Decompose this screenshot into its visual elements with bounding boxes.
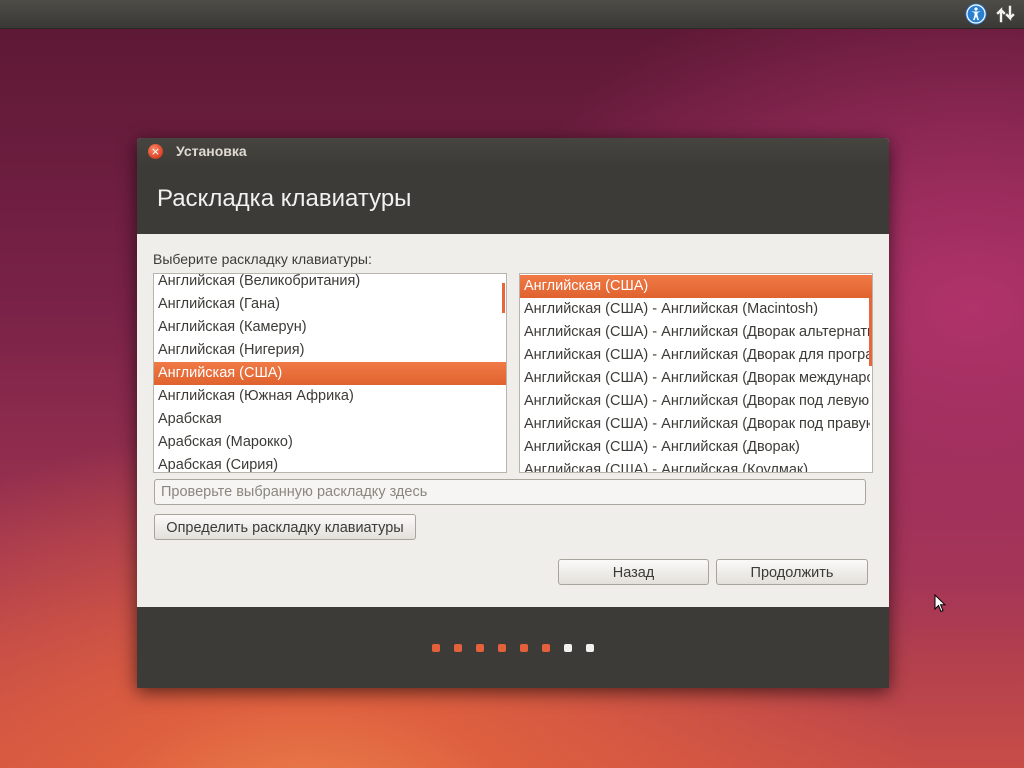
variant-item[interactable]: Английская (США) - Английская (Коулмак) — [520, 459, 870, 472]
mouse-cursor-icon — [934, 594, 946, 613]
continue-button[interactable]: Продолжить — [716, 559, 868, 585]
progress-dot-complete — [454, 644, 462, 652]
close-icon[interactable]: × — [148, 144, 163, 159]
layout-item[interactable]: Арабская — [154, 408, 506, 431]
keyboard-layout-list[interactable]: Английская (Великобритания) Английская (… — [153, 273, 507, 473]
layout-item[interactable]: Английская (Великобритания) — [154, 274, 506, 293]
progress-dot-complete — [432, 644, 440, 652]
progress-dot-complete — [498, 644, 506, 652]
variant-item[interactable]: Английская (США) - Английская (Дворак дл… — [520, 344, 870, 367]
progress-dot-pending — [564, 644, 572, 652]
back-button[interactable]: Назад — [558, 559, 709, 585]
accessibility-icon[interactable] — [965, 3, 987, 25]
layout-item[interactable]: Арабская (Марокко) — [154, 431, 506, 454]
installer-window: × Установка Раскладка клавиатуры Выберит… — [137, 138, 889, 688]
window-title: Установка — [176, 143, 247, 159]
layout-list-scrollbar[interactable] — [502, 283, 505, 313]
variant-item[interactable]: Английская (США) - Английская (Дворак по… — [520, 413, 870, 436]
top-panel — [0, 0, 1024, 29]
layout-item[interactable]: Английская (Южная Африка) — [154, 385, 506, 408]
layout-test-input[interactable] — [154, 479, 866, 505]
progress-dot-complete — [542, 644, 550, 652]
window-titlebar: × Установка Раскладка клавиатуры — [137, 138, 889, 234]
layout-prompt-label: Выберите раскладку клавиатуры: — [153, 251, 372, 267]
network-icon[interactable] — [995, 3, 1017, 25]
variant-item[interactable]: Английская (США) - Английская (Дворак по… — [520, 390, 870, 413]
progress-dot-complete — [476, 644, 484, 652]
variant-item[interactable]: Английская (США) - Английская (Дворак ал… — [520, 321, 870, 344]
variant-item[interactable]: Английская (США) - Английская (Macintosh… — [520, 298, 870, 321]
variant-list-scrollbar[interactable] — [869, 298, 872, 366]
variant-item[interactable]: Английская (США) - Английская (Дворак) — [520, 436, 870, 459]
layout-item[interactable]: Английская (Нигерия) — [154, 339, 506, 362]
layout-item[interactable]: Английская (Камерун) — [154, 316, 506, 339]
page-heading: Раскладка клавиатуры — [157, 185, 412, 212]
progress-dot-complete — [520, 644, 528, 652]
keyboard-variant-list[interactable]: Английская (США) Английская (США) - Англ… — [519, 273, 873, 473]
variant-item[interactable]: Английская (США) - Английская (Дворак ме… — [520, 367, 870, 390]
progress-footer — [137, 607, 889, 688]
layout-item[interactable]: Арабская (Сирия) — [154, 454, 506, 472]
detect-layout-button[interactable]: Определить раскладку клавиатуры — [154, 514, 416, 540]
progress-dot-pending — [586, 644, 594, 652]
layout-item-selected[interactable]: Английская (США) — [154, 362, 506, 385]
variant-item-selected[interactable]: Английская (США) — [520, 275, 872, 298]
layout-item[interactable]: Английская (Гана) — [154, 293, 506, 316]
